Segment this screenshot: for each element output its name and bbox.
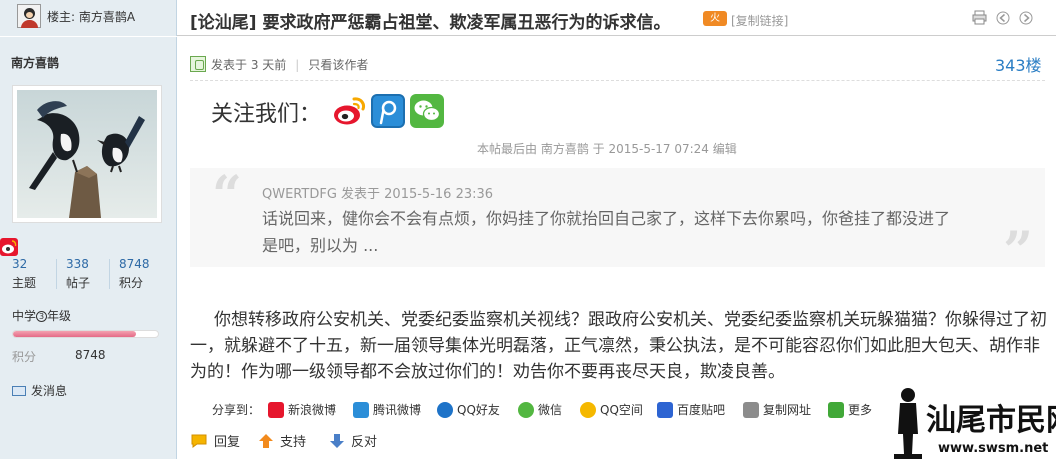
hot-icon: 火 — [703, 11, 727, 26]
plus-icon — [828, 402, 844, 418]
stat-threads[interactable]: 32 主题 — [12, 257, 36, 291]
send-message-button[interactable]: 发消息 — [12, 382, 67, 399]
qq-icon — [437, 402, 453, 418]
share-tencent-weibo[interactable]: 腾讯微博 — [353, 401, 421, 419]
stat-divider — [109, 259, 110, 289]
print-icon[interactable] — [972, 10, 987, 29]
divider — [190, 80, 1045, 81]
watermark-title: 汕尾市民网 — [926, 403, 1056, 438]
author-sidebar: 南方喜鹊 32 主题 338 帖子 8748 积分 中学 3 年级 积分 874… — [0, 37, 177, 459]
quote-header[interactable]: QWERTDFG 发表于 2015-5-16 23:36 — [262, 183, 493, 202]
share-item-label: QQ好友 — [457, 403, 500, 417]
share-item-label: 更多 — [848, 403, 873, 417]
share-item-label: 微信 — [538, 403, 563, 417]
sina-weibo-icon — [268, 402, 284, 418]
thread-tools — [972, 10, 1037, 29]
online-status-icon — [190, 56, 206, 72]
support-label: 支持 — [280, 435, 307, 450]
send-message-label: 发消息 — [31, 384, 68, 398]
oppose-label: 反对 — [351, 435, 378, 450]
wechat-icon — [518, 402, 534, 418]
share-baidu-tieba[interactable]: 百度贴吧 — [657, 401, 725, 419]
envelope-icon — [12, 386, 26, 396]
support-button[interactable]: 支持 — [258, 431, 306, 453]
only-author-link[interactable]: 只看该作者 — [308, 58, 368, 72]
thumb-up-icon — [258, 433, 274, 453]
user-level[interactable]: 中学 3 年级 — [12, 307, 71, 324]
stat-divider — [56, 259, 57, 289]
watermark-url: www.swsm.net — [938, 441, 1048, 456]
level-suffix: 年级 — [47, 309, 72, 323]
level-progress-bar — [12, 330, 159, 338]
stat-posts[interactable]: 338 帖子 — [66, 257, 90, 291]
follow-us-label: 关注我们： — [211, 102, 322, 127]
level-badge: 3 — [36, 311, 48, 322]
op-avatar[interactable] — [17, 4, 41, 28]
follow-tencent-weibo-icon[interactable] — [371, 94, 405, 128]
share-item-label: 百度贴吧 — [677, 403, 726, 417]
post-body: 你想转移政府公安机关、党委纪委监察机关视线？跟政府公安机关、党委纪委监察机关玩躲… — [190, 310, 1047, 382]
share-item-label: 复制网址 — [763, 403, 812, 417]
share-qq-friend[interactable]: QQ好友 — [437, 401, 500, 419]
edit-note: 本帖最后由 南方喜鹊 于 2015-5-17 07:24 编辑 — [477, 142, 737, 156]
reply-button[interactable]: 回复 — [190, 431, 240, 453]
level-progress-fill — [13, 331, 137, 337]
quote-open-icon: “ — [212, 165, 242, 226]
level-prefix: 中学 — [12, 309, 37, 323]
previous-thread-icon[interactable] — [996, 11, 1010, 29]
oppose-button[interactable]: 反对 — [329, 431, 377, 453]
stat-points[interactable]: 8748 积分 — [119, 257, 150, 291]
copy-link-button[interactable]: [复制链接] — [731, 12, 788, 29]
points-label: 积分 — [12, 350, 37, 364]
author-name[interactable]: 南方喜鹊 — [11, 54, 59, 71]
follow-wechat-icon[interactable] — [410, 94, 444, 128]
quote-block: “ ” QWERTDFG 发表于 2015-5-16 23:36 话说回来，健你… — [190, 165, 1045, 278]
share-sina-weibo[interactable]: 新浪微博 — [268, 401, 336, 419]
next-thread-icon[interactable] — [1019, 11, 1033, 29]
stat-threads-value: 32 — [12, 257, 28, 271]
share-label: 分享到： — [212, 403, 261, 417]
share-qzone[interactable]: QQ空间 — [580, 401, 643, 419]
author-avatar[interactable] — [12, 85, 162, 223]
author-stats: 32 主题 338 帖子 8748 积分 — [12, 257, 172, 291]
share-more[interactable]: 更多 — [828, 401, 872, 419]
thread-title: [论汕尾] 要求政府严惩霸占祖堂、欺凌军属丑恶行为的诉求信。 — [190, 13, 671, 33]
stat-threads-label: 主题 — [12, 276, 37, 290]
share-copy-url[interactable]: 复制网址 — [743, 401, 811, 419]
thread-header: 楼主: 南方喜鹊A [论汕尾] 要求政府严惩霸占祖堂、欺凌军属丑恶行为的诉求信。… — [0, 0, 1056, 36]
op-panel: 楼主: 南方喜鹊A — [0, 0, 177, 36]
qzone-icon — [580, 402, 596, 418]
stat-points-value: 8748 — [119, 257, 150, 271]
magpie-image — [17, 90, 157, 218]
site-watermark: 汕尾市民网 www.swsm.net — [894, 384, 1056, 459]
points-row: 积分 8748 — [12, 348, 106, 365]
reply-label: 回复 — [214, 435, 241, 450]
baidu-tieba-icon — [657, 402, 673, 418]
share-wechat[interactable]: 微信 — [518, 401, 562, 419]
tencent-weibo-icon — [353, 402, 369, 418]
points-value: 8748 — [75, 348, 106, 362]
share-item-label: 腾讯微博 — [373, 403, 422, 417]
share-item-label: QQ空间 — [600, 403, 643, 417]
meta-divider: | — [295, 58, 300, 72]
post-time: 发表于 3 天前 — [211, 58, 287, 72]
post-meta: 发表于 3 天前 | 只看该作者 — [211, 56, 368, 73]
op-label[interactable]: 楼主: 南方喜鹊A — [47, 8, 135, 25]
share-item-label: 新浪微博 — [288, 403, 337, 417]
quote-body: 话说回来，健你会不会有点烦，你妈挂了你就抬回自己家了，这样下去你累吗，你爸挂了都… — [262, 209, 951, 255]
follow-weibo-icon[interactable] — [332, 94, 366, 128]
quote-close-icon: ” — [1003, 221, 1033, 282]
sina-weibo-icon[interactable] — [0, 238, 18, 256]
thumb-down-icon — [329, 433, 345, 453]
stat-posts-value: 338 — [66, 257, 89, 271]
floor-number[interactable]: 343楼 — [995, 52, 1042, 76]
stat-points-label: 积分 — [119, 276, 144, 290]
stat-posts-label: 帖子 — [66, 276, 91, 290]
reply-icon — [190, 433, 208, 453]
copy-url-icon — [743, 402, 759, 418]
